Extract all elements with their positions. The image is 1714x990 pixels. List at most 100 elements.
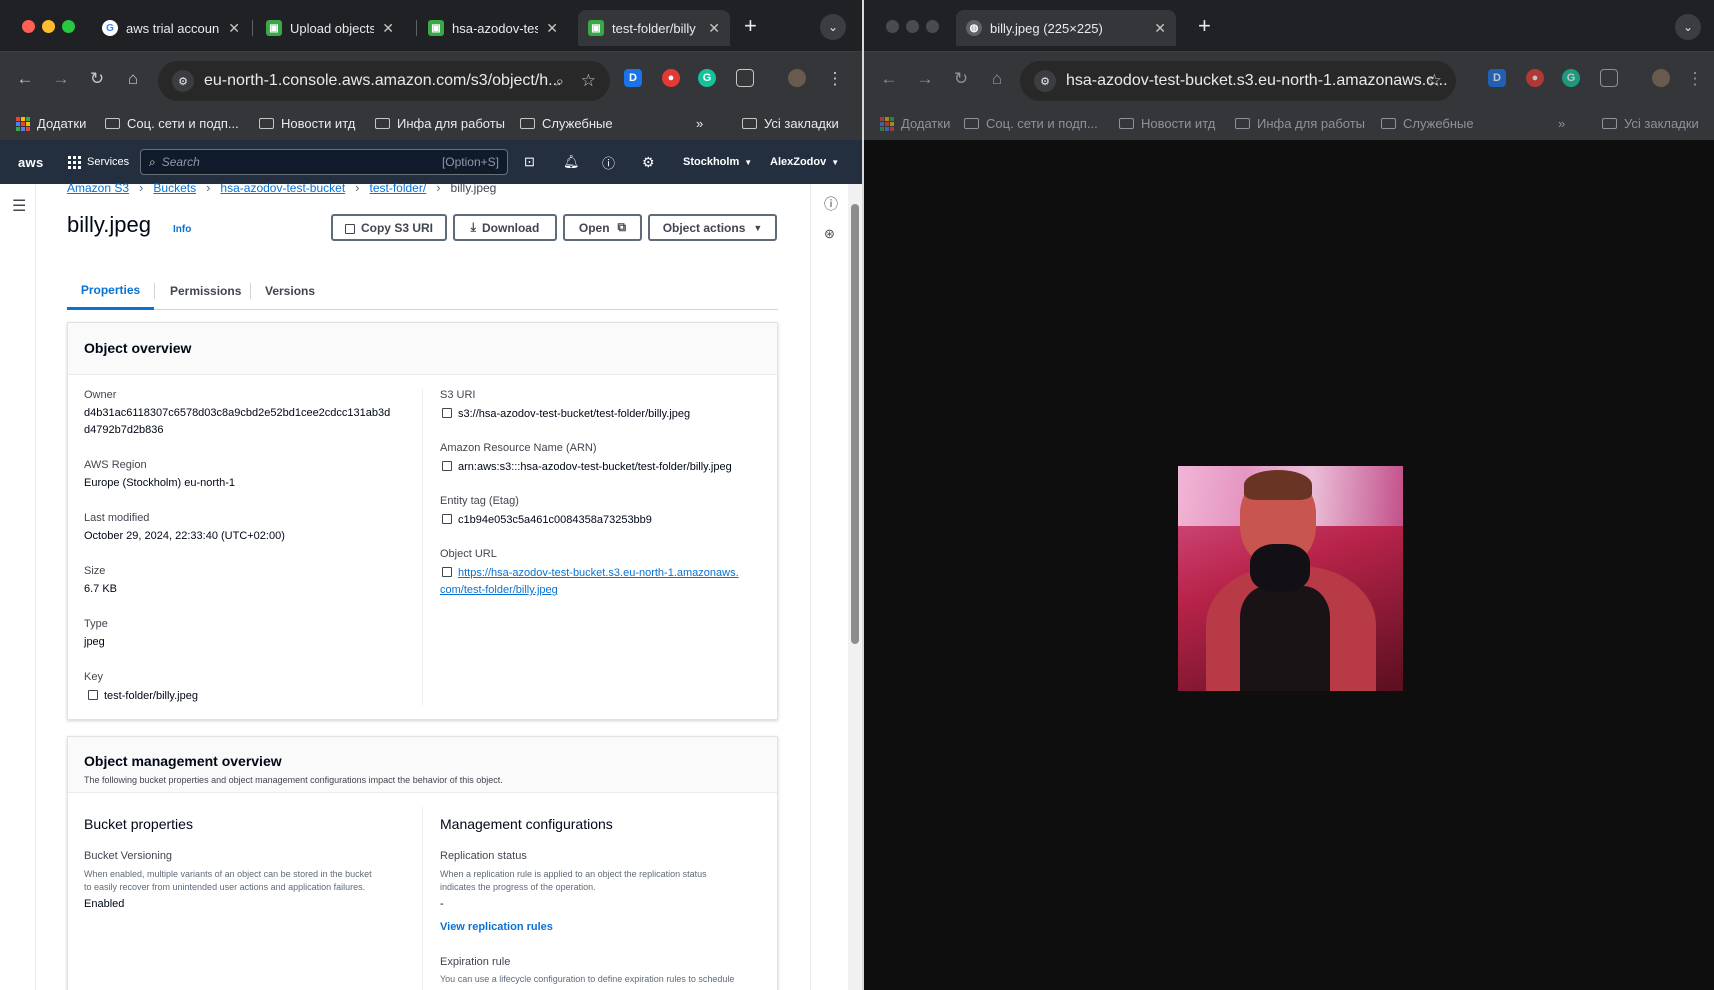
- breadcrumb-link[interactable]: test-folder/: [370, 181, 427, 195]
- zoom-window-button[interactable]: [926, 20, 939, 33]
- extension-icon[interactable]: D: [1488, 69, 1506, 87]
- object-url-link[interactable]: https://hsa-azodov-test-bucket.s3.eu-nor…: [458, 567, 739, 579]
- grammarly-icon[interactable]: G: [1562, 69, 1580, 87]
- bookmark-folder[interactable]: Новости итд: [259, 116, 355, 131]
- more-bookmarks-chevron-icon[interactable]: »: [696, 116, 703, 131]
- breadcrumb-link[interactable]: Buckets: [153, 181, 196, 195]
- extension-icon[interactable]: ●: [1526, 69, 1544, 87]
- bookmark-star-icon[interactable]: ☆: [1427, 71, 1442, 91]
- feedback-icon[interactable]: ⊛: [824, 226, 835, 242]
- new-tab-button[interactable]: +: [744, 14, 757, 38]
- copy-s3-uri-button[interactable]: Copy S3 URI: [331, 214, 447, 241]
- address-bar[interactable]: ⚙ hsa-azodov-test-bucket.s3.eu-north-1.a…: [1020, 61, 1456, 101]
- close-icon[interactable]: ✕: [228, 20, 240, 37]
- view-replication-rules-link[interactable]: View replication rules: [440, 921, 553, 933]
- forward-arrow-icon[interactable]: →: [50, 69, 72, 89]
- apps-grid-icon: [880, 116, 894, 131]
- close-icon[interactable]: ✕: [546, 20, 558, 37]
- copy-icon[interactable]: [442, 514, 452, 524]
- bookmark-folder[interactable]: Соц. сети и подп...: [964, 116, 1098, 131]
- site-settings-icon[interactable]: ⚙: [1034, 70, 1056, 92]
- browser-tab[interactable]: ▣ Upload objects ✕: [256, 10, 404, 46]
- settings-gear-icon[interactable]: ⚙: [642, 140, 655, 184]
- copy-icon[interactable]: [442, 461, 452, 471]
- object-actions-button[interactable]: Object actions ▼: [648, 214, 777, 241]
- zoom-window-button[interactable]: [62, 20, 75, 33]
- bookmark-all[interactable]: Усі закладки: [742, 116, 839, 131]
- browser-tab-active[interactable]: ▣ test-folder/billy ✕: [578, 10, 730, 46]
- info-panel-icon[interactable]: ⓘ: [824, 194, 838, 214]
- bookmark-folder[interactable]: Служебные: [1381, 116, 1474, 131]
- apps-grid-icon: [16, 116, 30, 131]
- bookmark-folder[interactable]: Инфа для работы: [1235, 116, 1365, 131]
- breadcrumb-link[interactable]: hsa-azodov-test-bucket: [220, 181, 345, 195]
- open-button[interactable]: Open ⧉: [563, 214, 642, 241]
- breadcrumb-link[interactable]: Amazon S3: [67, 181, 129, 195]
- scrollbar[interactable]: [848, 184, 862, 990]
- bookmark-folder[interactable]: Инфа для работы: [375, 116, 505, 131]
- bookmark-folder[interactable]: Служебные: [520, 116, 613, 131]
- folder-icon: [1119, 118, 1134, 129]
- site-settings-icon[interactable]: ⚙: [172, 70, 194, 92]
- extension-icon[interactable]: ●: [662, 69, 680, 87]
- zoom-search-icon[interactable]: ⌕: [556, 73, 564, 90]
- tab-versions[interactable]: Versions: [265, 272, 315, 310]
- close-icon[interactable]: ✕: [1154, 20, 1166, 37]
- forward-arrow-icon[interactable]: →: [914, 69, 936, 89]
- aws-search-input[interactable]: ⌕ Search [Option+S]: [140, 149, 508, 175]
- copy-icon[interactable]: [88, 690, 98, 700]
- extension-icon[interactable]: D: [624, 69, 642, 87]
- new-tab-button[interactable]: +: [1198, 14, 1211, 38]
- info-link[interactable]: Info: [173, 224, 191, 235]
- close-icon[interactable]: ✕: [708, 20, 720, 37]
- tab-properties[interactable]: Properties: [67, 272, 154, 310]
- close-window-button[interactable]: [22, 20, 35, 33]
- close-window-button[interactable]: [886, 20, 899, 33]
- browser-tab-active[interactable]: ◍ billy.jpeg (225×225) ✕: [956, 10, 1176, 46]
- close-icon[interactable]: ✕: [382, 20, 394, 37]
- cloudshell-icon[interactable]: ⊡: [524, 140, 535, 184]
- profile-avatar[interactable]: [1652, 69, 1670, 87]
- object-url-link[interactable]: com/test-folder/billy.jpeg: [440, 584, 558, 596]
- account-menu[interactable]: AlexZodov ▼: [770, 140, 839, 184]
- hamburger-menu-icon[interactable]: ☰: [12, 196, 26, 216]
- tab-search-chevron-icon[interactable]: ⌄: [1675, 14, 1701, 40]
- back-arrow-icon[interactable]: ←: [878, 69, 900, 89]
- extensions-puzzle-icon[interactable]: [1600, 69, 1618, 87]
- home-icon[interactable]: ⌂: [122, 69, 144, 89]
- browser-tab[interactable]: G aws trial accoun ✕: [92, 10, 250, 46]
- bookmark-folder[interactable]: Соц. сети и подп...: [105, 116, 239, 131]
- more-bookmarks-chevron-icon[interactable]: »: [1558, 116, 1565, 131]
- address-bar[interactable]: ⚙ eu-north-1.console.aws.amazon.com/s3/o…: [158, 61, 610, 101]
- reload-icon[interactable]: ↻: [86, 69, 108, 89]
- profile-avatar[interactable]: [788, 69, 806, 87]
- browser-tab[interactable]: ▣ hsa-azodov-tes ✕: [418, 10, 568, 46]
- home-icon[interactable]: ⌂: [986, 69, 1008, 89]
- copy-icon[interactable]: [442, 567, 452, 577]
- services-menu[interactable]: Services: [68, 140, 129, 184]
- reload-icon[interactable]: ↻: [950, 69, 972, 89]
- kebab-menu-icon[interactable]: ⋮: [824, 69, 846, 89]
- card-title: Object overview: [84, 340, 192, 356]
- copy-icon[interactable]: [442, 408, 452, 418]
- kebab-menu-icon[interactable]: ⋮: [1684, 69, 1706, 89]
- tab-search-chevron-icon[interactable]: ⌄: [820, 14, 846, 40]
- bookmark-apps[interactable]: Додатки: [880, 116, 950, 131]
- region-selector[interactable]: Stockholm ▼: [683, 140, 752, 184]
- aws-logo[interactable]: aws: [18, 140, 43, 184]
- download-button[interactable]: ⤓ Download: [453, 214, 557, 241]
- bookmark-star-icon[interactable]: ☆: [581, 71, 596, 91]
- bookmark-all[interactable]: Усі закладки: [1602, 116, 1699, 131]
- back-arrow-icon[interactable]: ←: [14, 69, 36, 89]
- help-icon[interactable]: ⓘ: [602, 140, 615, 184]
- scrollbar-thumb[interactable]: [851, 204, 859, 644]
- grammarly-icon[interactable]: G: [698, 69, 716, 87]
- bookmark-folder[interactable]: Новости итд: [1119, 116, 1215, 131]
- tab-permissions[interactable]: Permissions: [170, 272, 241, 310]
- minimize-window-button[interactable]: [42, 20, 55, 33]
- extensions-puzzle-icon[interactable]: [736, 69, 754, 87]
- bookmark-apps[interactable]: Додатки: [16, 116, 86, 131]
- minimize-window-button[interactable]: [906, 20, 919, 33]
- notifications-bell-icon[interactable]: 🔔︎: [563, 140, 580, 184]
- key-value: test-folder/billy.jpeg: [88, 689, 198, 702]
